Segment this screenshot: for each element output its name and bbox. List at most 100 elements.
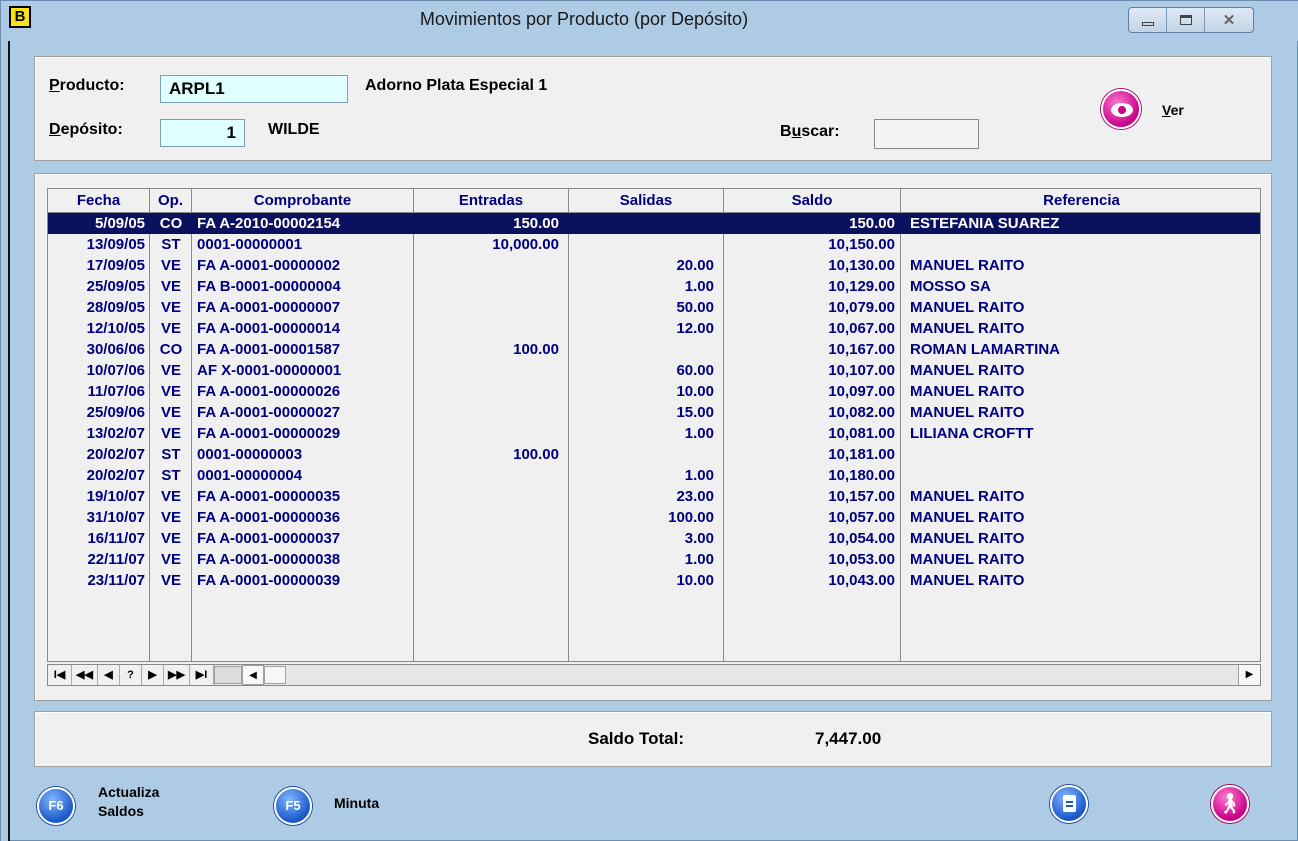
maximize-button[interactable] [1167, 8, 1205, 32]
cell-entradas [414, 402, 569, 423]
cell-comprobante: 0001-00000003 [197, 446, 303, 463]
cell-saldo: 10,082.00 [828, 404, 895, 421]
scrollbar-thumb[interactable] [264, 666, 286, 684]
table-row[interactable]: 31/10/07 VE FA A-0001-00000036 100.00 10,057… [48, 507, 1260, 528]
minuta-button[interactable]: F5 [274, 787, 312, 825]
cell-comprobante: FA A-0001-00000036 [197, 509, 341, 526]
column-header-op[interactable]: Op. [150, 189, 192, 213]
table-row[interactable]: 30/06/06 CO FA A-0001-00001587 100.00 10,167… [48, 339, 1260, 360]
table-row[interactable]: 19/10/07 VE FA A-0001-00000035 23.00 10,157.… [48, 486, 1260, 507]
cell-saldo: 10,130.00 [828, 257, 895, 274]
cell-entradas [414, 276, 569, 297]
actualiza-saldos-button[interactable]: F6 [37, 787, 75, 825]
cell-salidas: 20.00 [676, 257, 714, 274]
table-row[interactable]: 13/09/05 ST 0001-00000001 10,000.00 10,150.0… [48, 234, 1260, 255]
cell-entradas [414, 486, 569, 507]
cell-fecha: 20/02/07 [86, 446, 145, 463]
table-row[interactable]: 12/10/05 VE FA A-0001-00000014 12.00 10,067.… [48, 318, 1260, 339]
cell-saldo: 10,043.00 [828, 572, 895, 589]
nav-prev-button[interactable]: ◀ [98, 665, 120, 685]
cell-saldo: 10,107.00 [828, 362, 895, 379]
table-row[interactable]: 20/02/07 ST 0001-00000003 100.00 10,181.00 [48, 444, 1260, 465]
ver-button[interactable] [1101, 89, 1141, 129]
close-button[interactable]: ✕ [1205, 8, 1253, 32]
cell-referencia: MANUEL RAITO [910, 509, 1025, 526]
table-row[interactable]: 22/11/07 VE FA A-0001-00000038 1.00 10,053.0… [48, 549, 1260, 570]
cell-saldo: 10,157.00 [828, 488, 895, 505]
table-row[interactable]: 25/09/05 VE FA B-0001-00000004 1.00 10,129.0… [48, 276, 1260, 297]
producto-label: Producto: [49, 77, 125, 94]
minimize-icon [1141, 22, 1154, 26]
table-row[interactable]: 13/02/07 VE FA A-0001-00000029 1.00 10,081.0… [48, 423, 1260, 444]
nav-first-button[interactable]: I◀ [48, 665, 72, 685]
cell-entradas: 100.00 [513, 341, 559, 358]
nav-last-button[interactable]: ▶I [190, 665, 214, 685]
cell-salidas: 12.00 [676, 320, 714, 337]
close-icon: ✕ [1222, 12, 1236, 29]
column-header-saldo[interactable]: Saldo [724, 189, 901, 213]
table-row[interactable]: 16/11/07 VE FA A-0001-00000037 3.00 10,054.0… [48, 528, 1260, 549]
horizontal-scrollbar[interactable]: ◀ [214, 665, 1238, 685]
cell-entradas: 150.00 [513, 215, 559, 232]
cell-fecha: 16/11/07 [87, 530, 145, 547]
saldo-total-label: Saldo Total: [588, 729, 685, 748]
table-row[interactable]: 20/02/07 ST 0001-00000004 1.00 10,180.00 [48, 465, 1260, 486]
nav-next-button[interactable]: ▶ [142, 665, 164, 685]
cell-entradas [414, 465, 569, 486]
table-row[interactable]: 28/09/05 VE FA A-0001-00000007 50.00 10,079.… [48, 297, 1260, 318]
nav-next-page-button[interactable]: ▶▶ [164, 665, 190, 685]
minuta-label[interactable]: Minuta [334, 794, 379, 813]
buscar-input[interactable] [874, 119, 979, 149]
grid-panel: Fecha Op. Comprobante Entradas Salidas S… [34, 173, 1272, 701]
table-row[interactable]: 23/11/07 VE FA A-0001-00000039 10.00 10,043.… [48, 570, 1260, 591]
movements-table[interactable]: Fecha Op. Comprobante Entradas Salidas S… [47, 188, 1261, 662]
cell-referencia: MANUEL RAITO [910, 488, 1025, 505]
column-header-fecha[interactable]: Fecha [48, 189, 150, 213]
cell-referencia: MANUEL RAITO [910, 404, 1025, 421]
producto-description: Adorno Plata Especial 1 [365, 77, 548, 94]
cell-referencia: MANUEL RAITO [910, 257, 1025, 274]
table-row[interactable]: 17/09/05 VE FA A-0001-00000002 20.00 10,130.… [48, 255, 1260, 276]
nav-prev-page-button[interactable]: ◀◀ [72, 665, 98, 685]
exit-button[interactable]: 🚶︎ [1211, 785, 1249, 823]
table-header: Fecha Op. Comprobante Entradas Salidas S… [48, 189, 1260, 213]
cell-comprobante: FA A-0001-00000002 [197, 257, 341, 274]
cell-op: ST [161, 467, 181, 484]
report-button[interactable] [1050, 785, 1088, 823]
cell-salidas: 23.00 [676, 488, 714, 505]
nav-search-button[interactable]: ? [120, 665, 142, 685]
scroll-left-button[interactable]: ◀ [242, 665, 264, 685]
window-controls: ✕ [1128, 7, 1254, 33]
column-header-entradas[interactable]: Entradas [414, 189, 569, 213]
cell-salidas [569, 234, 724, 255]
cell-fecha: 12/10/05 [86, 320, 145, 337]
table-row[interactable]: 10/07/06 VE AF X-0001-00000001 60.00 10,107.… [48, 360, 1260, 381]
cell-referencia: MANUEL RAITO [910, 551, 1025, 568]
cell-saldo: 10,129.00 [828, 278, 895, 295]
cell-fecha: 30/06/06 [86, 341, 145, 358]
column-header-referencia[interactable]: Referencia [901, 189, 1260, 213]
table-row[interactable]: 5/09/05 CO FA A-2010-00002154 150.00 150.00 E… [48, 213, 1260, 234]
column-header-comprobante[interactable]: Comprobante [192, 189, 414, 213]
cell-salidas: 1.00 [684, 551, 714, 568]
cell-fecha: 23/11/07 [87, 572, 145, 589]
column-header-salidas[interactable]: Salidas [569, 189, 724, 213]
table-row[interactable]: 11/07/06 VE FA A-0001-00000026 10.00 10,097.… [48, 381, 1260, 402]
deposito-label: Depósito: [49, 121, 123, 138]
cell-saldo: 10,079.00 [828, 299, 895, 316]
minimize-button[interactable] [1129, 8, 1167, 32]
scroll-right-button[interactable]: ▶ [1238, 665, 1260, 685]
cell-op: VE [160, 509, 181, 526]
ver-label[interactable]: Ver [1162, 102, 1184, 118]
producto-input[interactable]: ARPL1 [160, 75, 348, 103]
actualiza-saldos-label[interactable]: Actualiza Saldos [98, 783, 159, 821]
deposito-input[interactable]: 1 [160, 119, 245, 147]
cell-salidas: 1.00 [684, 278, 714, 295]
cell-saldo: 10,053.00 [828, 551, 895, 568]
cell-salidas [569, 339, 724, 360]
deposito-description: WILDE [268, 121, 320, 138]
table-row[interactable]: 25/09/06 VE FA A-0001-00000027 15.00 10,082.… [48, 402, 1260, 423]
cell-salidas: 3.00 [684, 530, 714, 547]
cell-referencia: MANUEL RAITO [910, 572, 1025, 589]
cell-op: VE [160, 530, 181, 547]
